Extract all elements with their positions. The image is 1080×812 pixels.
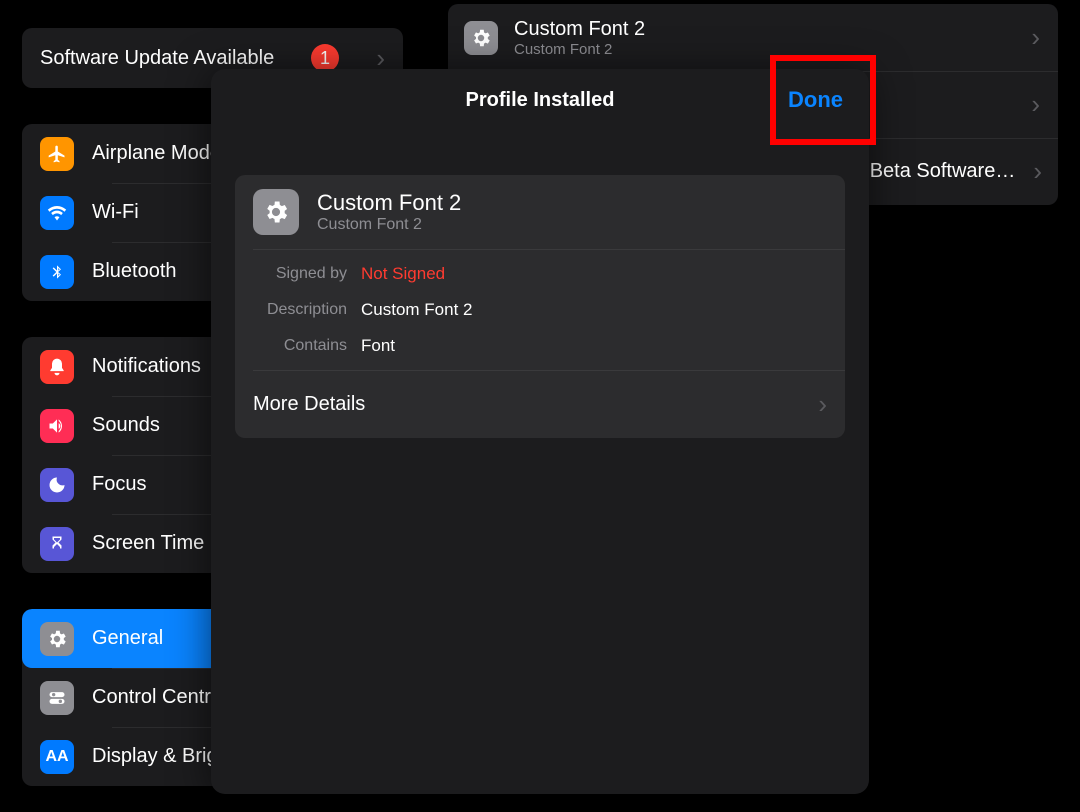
profile-title: Custom Font 2 bbox=[514, 18, 645, 41]
more-details-label: More Details bbox=[253, 393, 365, 416]
toggles-icon bbox=[40, 681, 74, 715]
hourglass-icon bbox=[40, 527, 74, 561]
more-details-button[interactable]: More Details › bbox=[235, 371, 845, 438]
bell-icon bbox=[40, 350, 74, 384]
card-header: Custom Font 2 Custom Font 2 bbox=[235, 175, 845, 249]
sidebar-item-label: Screen Time bbox=[92, 532, 204, 555]
sidebar-item-label: Sounds bbox=[92, 414, 160, 437]
card-header-text: Custom Font 2 Custom Font 2 bbox=[317, 190, 461, 234]
beta-software-label: Beta Software… bbox=[870, 160, 1016, 183]
done-button[interactable]: Done bbox=[788, 69, 843, 131]
sidebar-item-label: General bbox=[92, 627, 163, 650]
card-title: Custom Font 2 bbox=[317, 190, 461, 216]
update-badge: 1 bbox=[311, 44, 339, 72]
contains-label: Contains bbox=[253, 337, 347, 355]
bluetooth-icon bbox=[40, 255, 74, 289]
description-label: Description bbox=[253, 301, 347, 319]
signed-by-label: Signed by bbox=[253, 265, 347, 283]
text-size-icon: AA bbox=[40, 740, 74, 774]
card-subtitle: Custom Font 2 bbox=[317, 216, 461, 234]
chevron-right-icon: › bbox=[1033, 156, 1042, 187]
chevron-right-icon: › bbox=[818, 389, 827, 420]
profile-details-card: Custom Font 2 Custom Font 2 Signed by No… bbox=[235, 175, 845, 438]
wifi-icon bbox=[40, 196, 74, 230]
sheet-title: Profile Installed bbox=[466, 89, 615, 112]
sidebar-item-label: Wi-Fi bbox=[92, 201, 139, 224]
signed-by-value: Not Signed bbox=[361, 264, 445, 284]
sidebar-item-label: Notifications bbox=[92, 355, 201, 378]
sidebar-item-label: Control Centre bbox=[92, 686, 222, 709]
moon-icon bbox=[40, 468, 74, 502]
chevron-right-icon: › bbox=[1031, 22, 1040, 53]
profile-subtitle: Custom Font 2 bbox=[514, 41, 645, 58]
contains-value: Font bbox=[361, 336, 395, 356]
description-row: Description Custom Font 2 bbox=[235, 292, 845, 328]
profile-installed-sheet: Profile Installed Done Custom Font 2 Cus… bbox=[211, 69, 869, 794]
sidebar-item-label: Airplane Mode bbox=[92, 142, 221, 165]
sidebar-item-label: Bluetooth bbox=[92, 260, 177, 283]
speaker-icon bbox=[40, 409, 74, 443]
contains-row: Contains Font bbox=[235, 328, 845, 370]
software-update-label: Software Update Available bbox=[40, 47, 274, 70]
profile-row-custom-font-2[interactable]: Custom Font 2 Custom Font 2 › bbox=[448, 4, 1058, 71]
gear-icon bbox=[40, 622, 74, 656]
gear-icon bbox=[464, 21, 498, 55]
signed-by-row: Signed by Not Signed bbox=[235, 250, 845, 292]
sidebar-item-label: Focus bbox=[92, 473, 146, 496]
gear-icon bbox=[253, 189, 299, 235]
profile-text: Custom Font 2 Custom Font 2 bbox=[514, 18, 645, 58]
sheet-header: Profile Installed Done bbox=[211, 69, 869, 131]
chevron-right-icon: › bbox=[1031, 89, 1040, 120]
description-value: Custom Font 2 bbox=[361, 300, 473, 320]
airplane-icon bbox=[40, 137, 74, 171]
